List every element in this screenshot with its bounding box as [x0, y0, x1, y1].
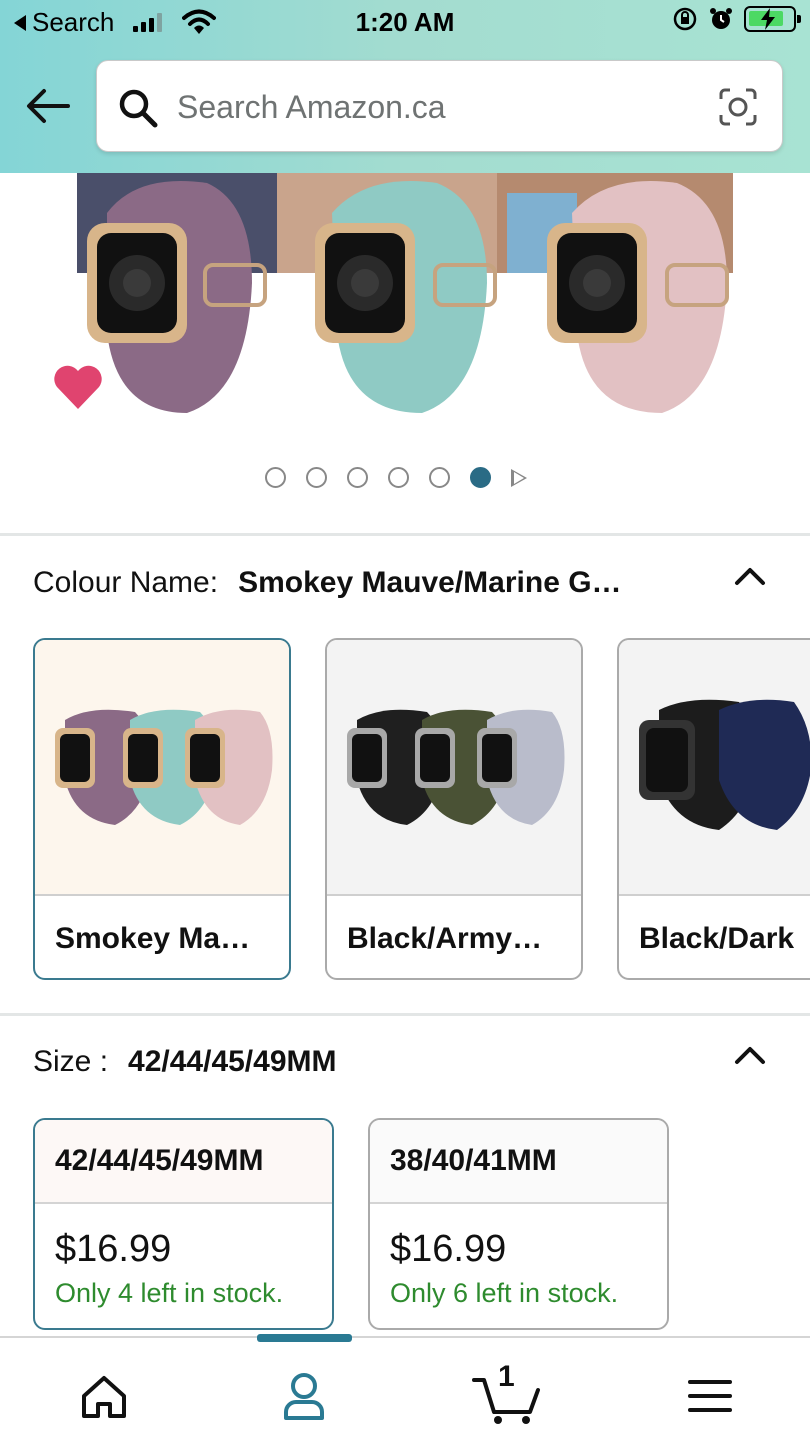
bottom-nav: 1 — [0, 1334, 810, 1440]
charging-bolt-icon — [761, 8, 775, 30]
cart-button[interactable]: 1 — [470, 1360, 546, 1426]
pagination-dot-active[interactable] — [470, 467, 491, 488]
size-option-label: 38/40/41MM — [370, 1120, 667, 1204]
chevron-up-icon[interactable] — [734, 1045, 766, 1065]
colour-option-name: Black/Army… — [347, 922, 543, 955]
product-image-gallery[interactable] — [0, 173, 810, 533]
search-icon — [119, 89, 158, 128]
pagination-dot[interactable] — [388, 467, 409, 488]
alarm-icon — [710, 8, 732, 29]
chevron-up-icon[interactable] — [734, 566, 766, 586]
colour-option-card[interactable]: Smokey Ma… — [33, 638, 291, 980]
watchband-image — [347, 709, 565, 825]
size-option-price: $16.99 — [55, 1228, 172, 1270]
status-bar: Search 1:20 AM — [0, 0, 810, 44]
size-option-price: $16.99 — [390, 1228, 507, 1270]
colour-option-card[interactable]: Black/Dark — [617, 638, 810, 980]
search-input[interactable] — [177, 83, 697, 131]
colour-option-card[interactable]: Black/Army… — [325, 638, 583, 980]
size-value: 42/44/45/49MM — [128, 1045, 337, 1078]
size-option-card[interactable]: 38/40/41MM $16.99 Only 6 left in stock. — [368, 1118, 669, 1330]
active-tab-indicator — [257, 1334, 352, 1342]
pagination-dot[interactable] — [429, 467, 450, 488]
account-icon[interactable] — [274, 1366, 334, 1426]
colour-thumbnail — [327, 640, 581, 896]
colour-option-name: Smokey Ma… — [55, 922, 251, 955]
size-option-stock: Only 6 left in stock. — [390, 1278, 619, 1308]
back-arrow-icon[interactable] — [24, 86, 70, 126]
menu-icon[interactable] — [680, 1366, 740, 1426]
header-area: Search 1:20 AM — [0, 0, 810, 173]
cart-count: 1 — [498, 1360, 515, 1393]
pagination-dot[interactable] — [347, 467, 368, 488]
pagination-dot[interactable] — [306, 467, 327, 488]
product-image — [77, 173, 733, 419]
colour-thumbnail — [35, 640, 289, 896]
wishlist-heart-icon[interactable] — [52, 363, 104, 411]
camera-search-icon[interactable] — [718, 87, 758, 127]
image-pagination — [265, 467, 527, 488]
home-icon[interactable] — [74, 1366, 134, 1426]
size-option-card[interactable]: 42/44/45/49MM $16.99 Only 4 left in stoc… — [33, 1118, 334, 1330]
battery-icon — [744, 6, 801, 32]
size-label: Size : — [33, 1045, 109, 1078]
pagination-dot[interactable] — [265, 467, 286, 488]
search-bar[interactable] — [96, 60, 783, 152]
divider — [0, 1013, 810, 1016]
watchband-image — [55, 709, 273, 825]
play-video-icon[interactable] — [511, 468, 527, 487]
size-header: Size : 42/44/45/49MM — [33, 1045, 337, 1079]
watchband-image — [639, 699, 810, 830]
divider — [0, 533, 810, 536]
size-option-label: 42/44/45/49MM — [35, 1120, 332, 1204]
orientation-lock-icon — [673, 7, 697, 31]
colour-option-name: Black/Dark — [639, 922, 795, 955]
size-option-stock: Only 4 left in stock. — [55, 1278, 284, 1308]
colour-header: Colour Name: Smokey Mauve/Marine G… — [33, 566, 622, 600]
colour-value: Smokey Mauve/Marine G… — [238, 566, 622, 599]
colour-label: Colour Name: — [33, 566, 219, 599]
colour-thumbnail — [619, 640, 810, 896]
